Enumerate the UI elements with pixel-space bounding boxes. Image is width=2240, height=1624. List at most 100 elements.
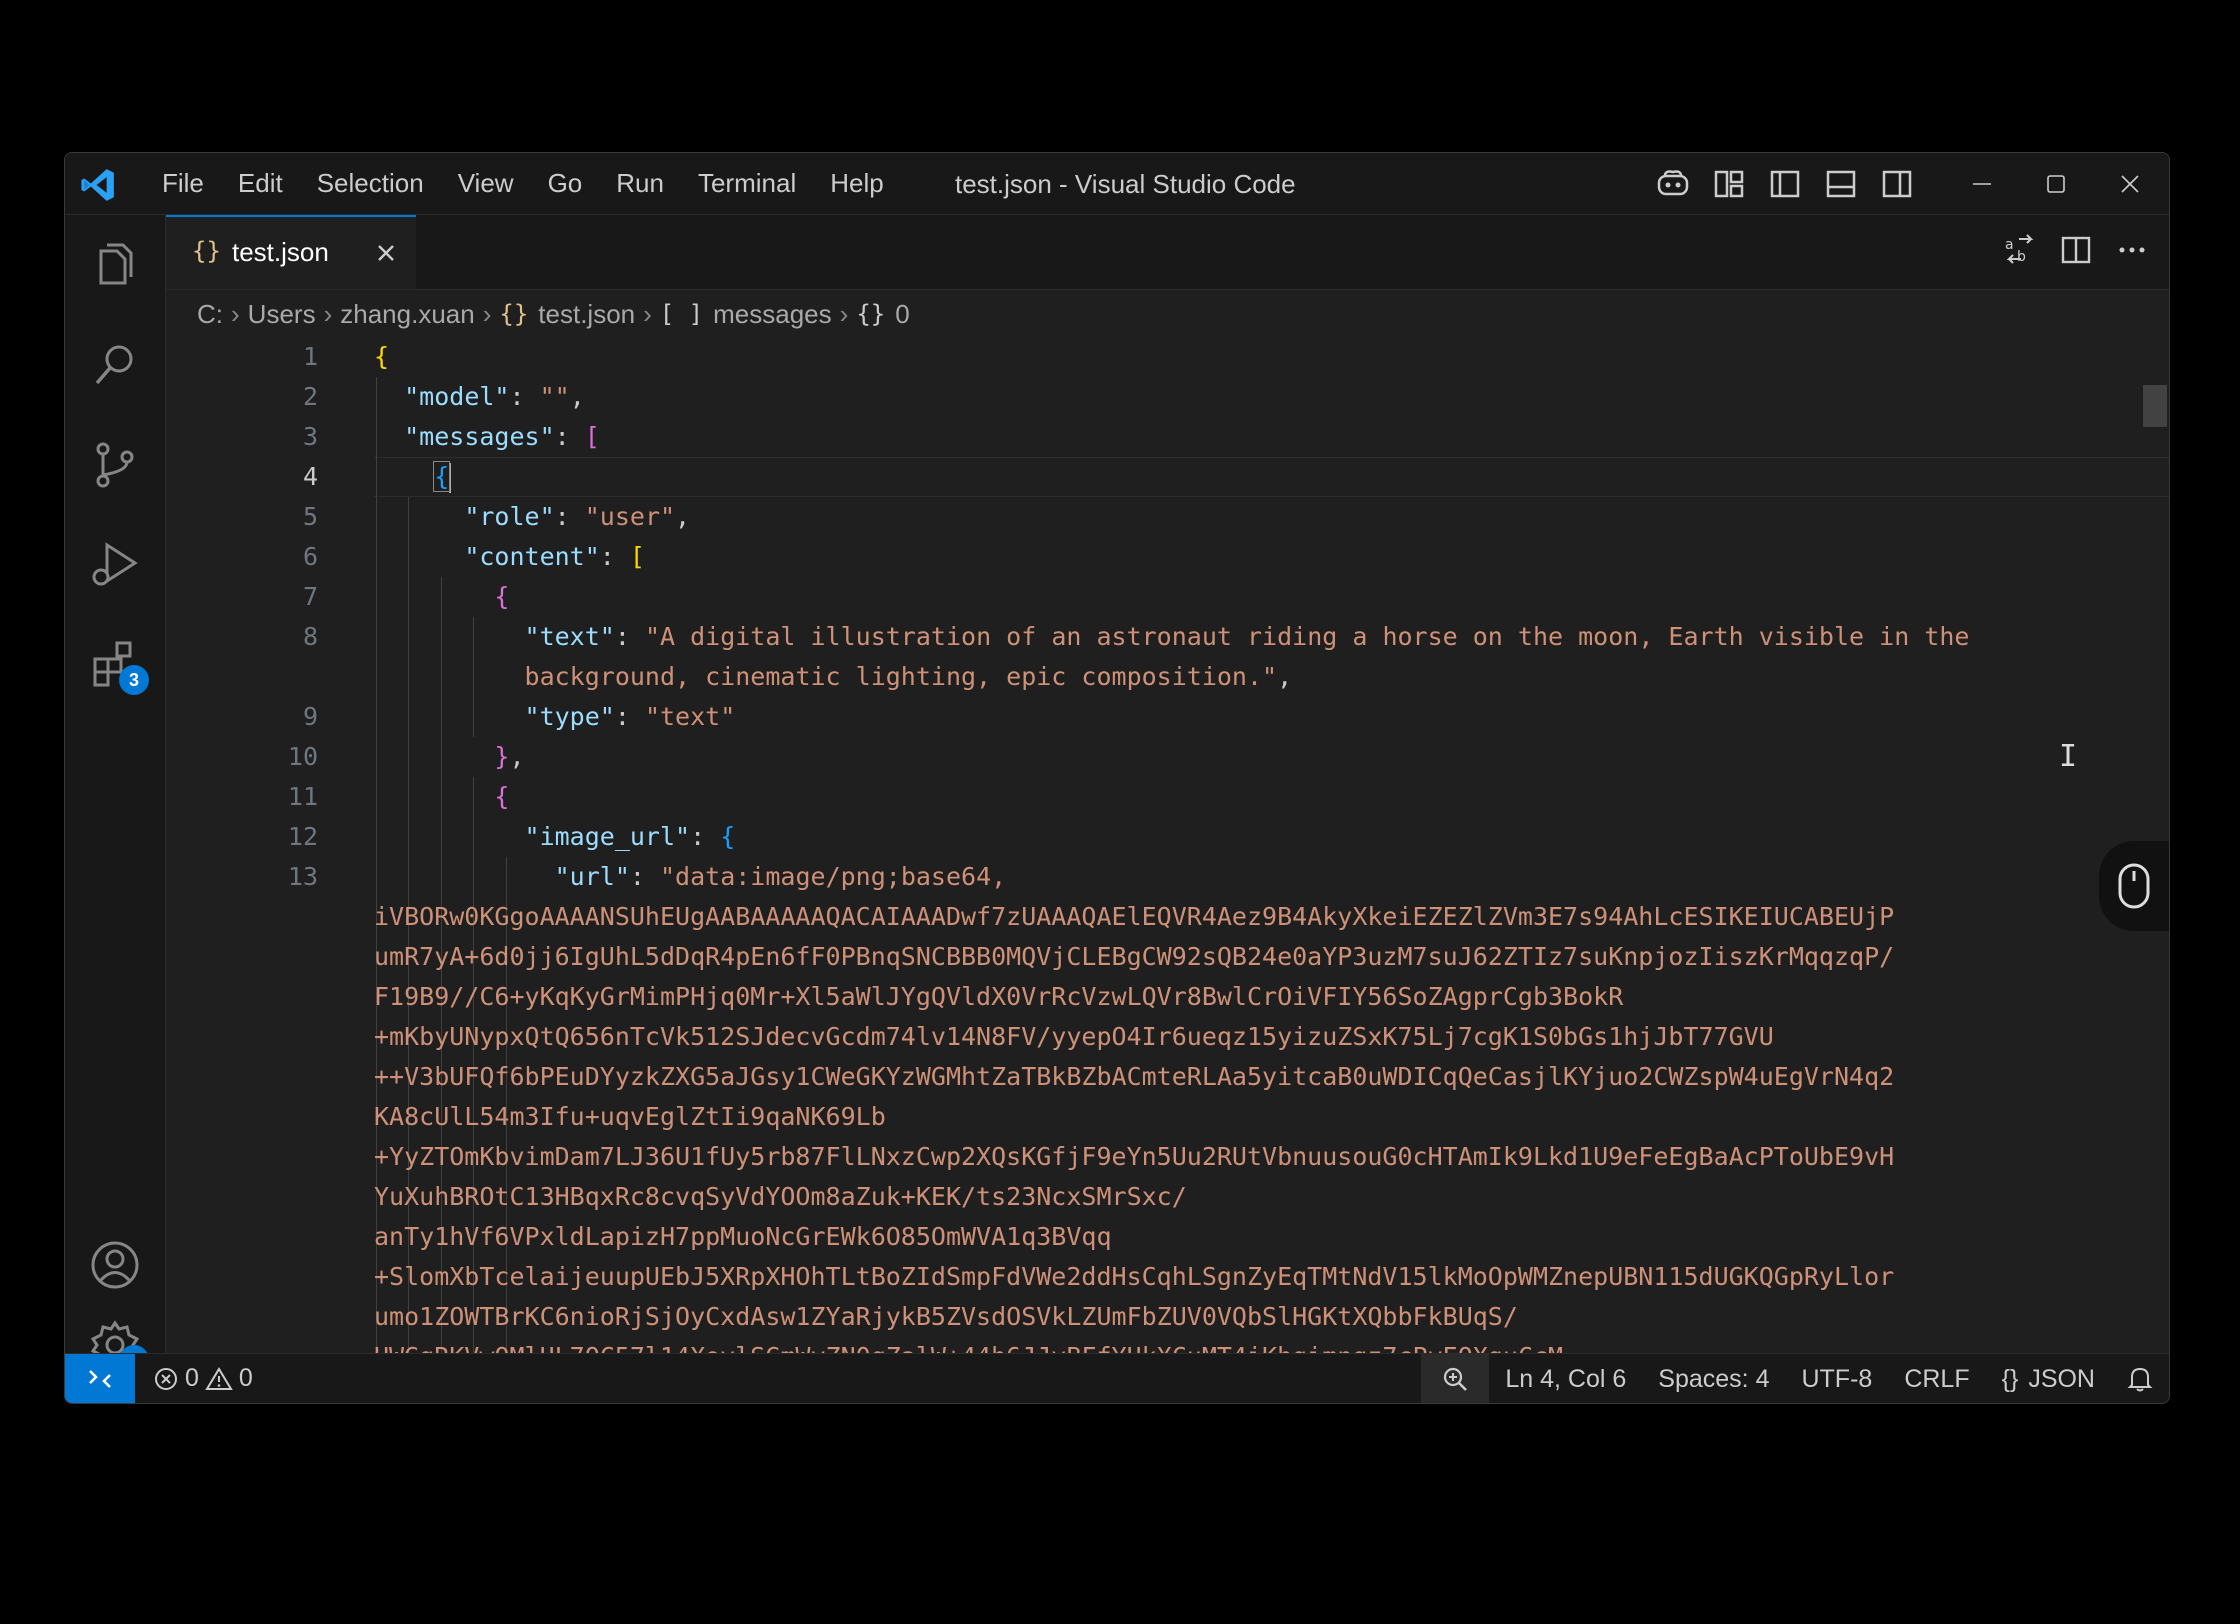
indentation[interactable]: Spaces: 4 [1642,1365,1785,1394]
crumb-object[interactable]: {} 0 [856,299,909,330]
menu-selection[interactable]: Selection [300,162,441,205]
account-icon [91,1241,139,1289]
menu-go[interactable]: Go [531,162,600,205]
code-line-8-wrap: background, cinematic lighting, epic com… [524,662,1293,691]
minimize-icon [1973,182,1991,185]
line-number: 5 [302,502,318,531]
notifications-button[interactable] [2111,1365,2169,1393]
encoding[interactable]: UTF-8 [1785,1365,1888,1394]
code-line-6: "content": [ [464,542,645,571]
problems-indicator[interactable]: 0 0 [153,1364,253,1393]
code-line-7: { [494,582,510,611]
object-icon: {} [856,300,886,328]
warning-count: 0 [238,1364,253,1392]
text-cursor-ibeam-icon: I [2059,739,2078,774]
maximize-button[interactable] [2019,153,2093,214]
line-number-active: 4 [302,462,318,491]
warning-icon [205,1366,233,1390]
code-line-2: "model": "", [404,382,585,411]
remote-indicator[interactable] [65,1354,135,1403]
menu-help[interactable]: Help [813,162,900,205]
split-editor-icon[interactable] [2059,233,2093,267]
activity-explorer[interactable] [87,237,143,293]
base64-wrap-line: umo1ZOWTBrKC6nioRjSjOyCxdAsw1ZYaRjykB5ZV… [374,1302,1518,1331]
minimize-button[interactable] [1945,153,2019,214]
current-line-highlight [374,457,2169,497]
crumb-user[interactable]: zhang.xuan [340,299,474,330]
copilot-icon[interactable] [1655,166,1691,202]
base64-wrap-line: HWGgRKVwOMlUL7OC57l14XovlSGmWyZN0qZalW+4… [374,1337,1563,1353]
maximize-icon [2047,174,2065,193]
remote-icon [89,1370,111,1388]
mouse-icon [2118,863,2150,909]
mouse-overlay-button[interactable] [2099,841,2169,931]
menu-view[interactable]: View [441,162,531,205]
menu-edit[interactable]: Edit [221,162,300,205]
activity-source-control[interactable] [87,437,143,493]
crumb-drive[interactable]: C: [197,299,223,330]
json-file-icon: {} [192,237,221,265]
toggle-secondary-sidebar-icon[interactable] [1879,166,1915,202]
end-of-line[interactable]: CRLF [1888,1365,1985,1394]
chevron-right-icon: › [323,298,333,329]
text-cursor [449,463,452,493]
zoom-button[interactable] [1421,1354,1490,1403]
tab-test-json[interactable]: {} test.json [166,215,416,289]
base64-wrap-line: iVBORw0KGgoAAAANSUhEUgAABAAAAAQACAIAAADw… [374,902,1895,931]
menu-terminal[interactable]: Terminal [681,162,813,205]
breadcrumb: C: › Users › zhang.xuan › {} test.json ›… [197,291,910,337]
crumb-file-label: test.json [538,298,636,329]
code-line-10: }, [494,742,525,771]
activity-accounts[interactable] [87,1237,143,1293]
crumb-messages[interactable]: [ ] messages [660,299,832,330]
editor-actions: a b [2003,233,2149,267]
activity-extensions[interactable]: 3 [87,637,149,695]
title-actions [1655,166,1915,202]
cursor-position[interactable]: Ln 4, Col 6 [1489,1365,1642,1394]
bell-icon [2127,1367,2153,1392]
customize-layout-icon[interactable] [1711,166,1747,202]
activity-run-debug[interactable] [87,537,143,593]
code-line-8: "text": "A digital illustration of an as… [524,622,1970,651]
code-line-1: { [374,342,390,371]
language-label: JSON [2028,1364,2095,1393]
base64-wrap-line: +YyZTOmKbvimDam7LJ36U1fUy5rb87FlLNxzCwp2… [374,1142,1895,1171]
chevron-right-icon: › [231,298,240,329]
tab-label: test.json [232,237,329,267]
base64-wrap-line: +mKbyUNypxQtQ656nTcVk512SJdecvGcdm74lv14… [374,1022,1774,1051]
json-file-icon: {} [499,300,529,328]
menu-run[interactable]: Run [599,162,681,205]
crumb-users[interactable]: Users [248,299,316,330]
status-bar: 0 0 Ln 4, Col 6 Spaces: 4 UTF-8 CRLF {} [65,1353,2169,1403]
chevron-right-icon: › [643,298,652,329]
base64-wrap-line: ++V3bUFQf6bPEuDYyzkZXG5aJGsy1CWeGKYzWGMh… [374,1062,1895,1091]
more-actions-icon[interactable] [2115,233,2149,267]
line-number: 6 [302,542,318,571]
code-line-12: "image_url": { [524,822,736,851]
close-window-button[interactable] [2093,153,2167,214]
crumb-file[interactable]: {} test.json [499,299,635,330]
base64-wrap-line: anTy1hVf6VPxldLapizH7ppMuoNcGrEWk6O85OmW… [374,1222,1112,1251]
base64-wrap-line: YuXuhBROtC13HBqxRc8cvqSyVdYOOm8aZuk+KEK/… [374,1182,1187,1211]
line-number: 11 [287,782,318,811]
language-mode[interactable]: {} JSON [1986,1365,2111,1394]
code-editor[interactable]: 1 2 3 4 5 6 7 8 9 10 11 12 13 { "model":… [166,337,2169,1353]
json-language-icon: {} [2001,1364,2019,1393]
activity-search[interactable] [87,337,143,393]
close-tab-icon[interactable] [372,239,400,267]
toggle-panel-icon[interactable] [1823,166,1859,202]
close-icon [2121,174,2139,193]
crumb-object-label: 0 [895,298,910,329]
base64-wrap-line: umR7yA+6d0jj6IgUhL5dDqR4pEn6fF0PBnqSNCBB… [374,942,1895,971]
window-title: test.json - Visual Studio Code [955,169,1296,199]
vscode-window: File Edit Selection View Go Run Terminal… [64,152,2170,1404]
menu-file[interactable]: File [145,162,221,205]
compare-changes-icon[interactable]: a b [2003,233,2037,267]
code-line-3: "messages": [ [404,422,600,451]
base64-wrap-line: +SlomXbTcelaijeuupUEbJ5XRpXHOhTLtBoZIdSm… [374,1262,1895,1291]
toggle-primary-sidebar-icon[interactable] [1767,166,1803,202]
line-number: 1 [302,342,318,371]
scrollbar-thumb[interactable] [2143,385,2167,427]
svg-text:a: a [2005,237,2014,253]
line-number: 13 [287,862,318,891]
